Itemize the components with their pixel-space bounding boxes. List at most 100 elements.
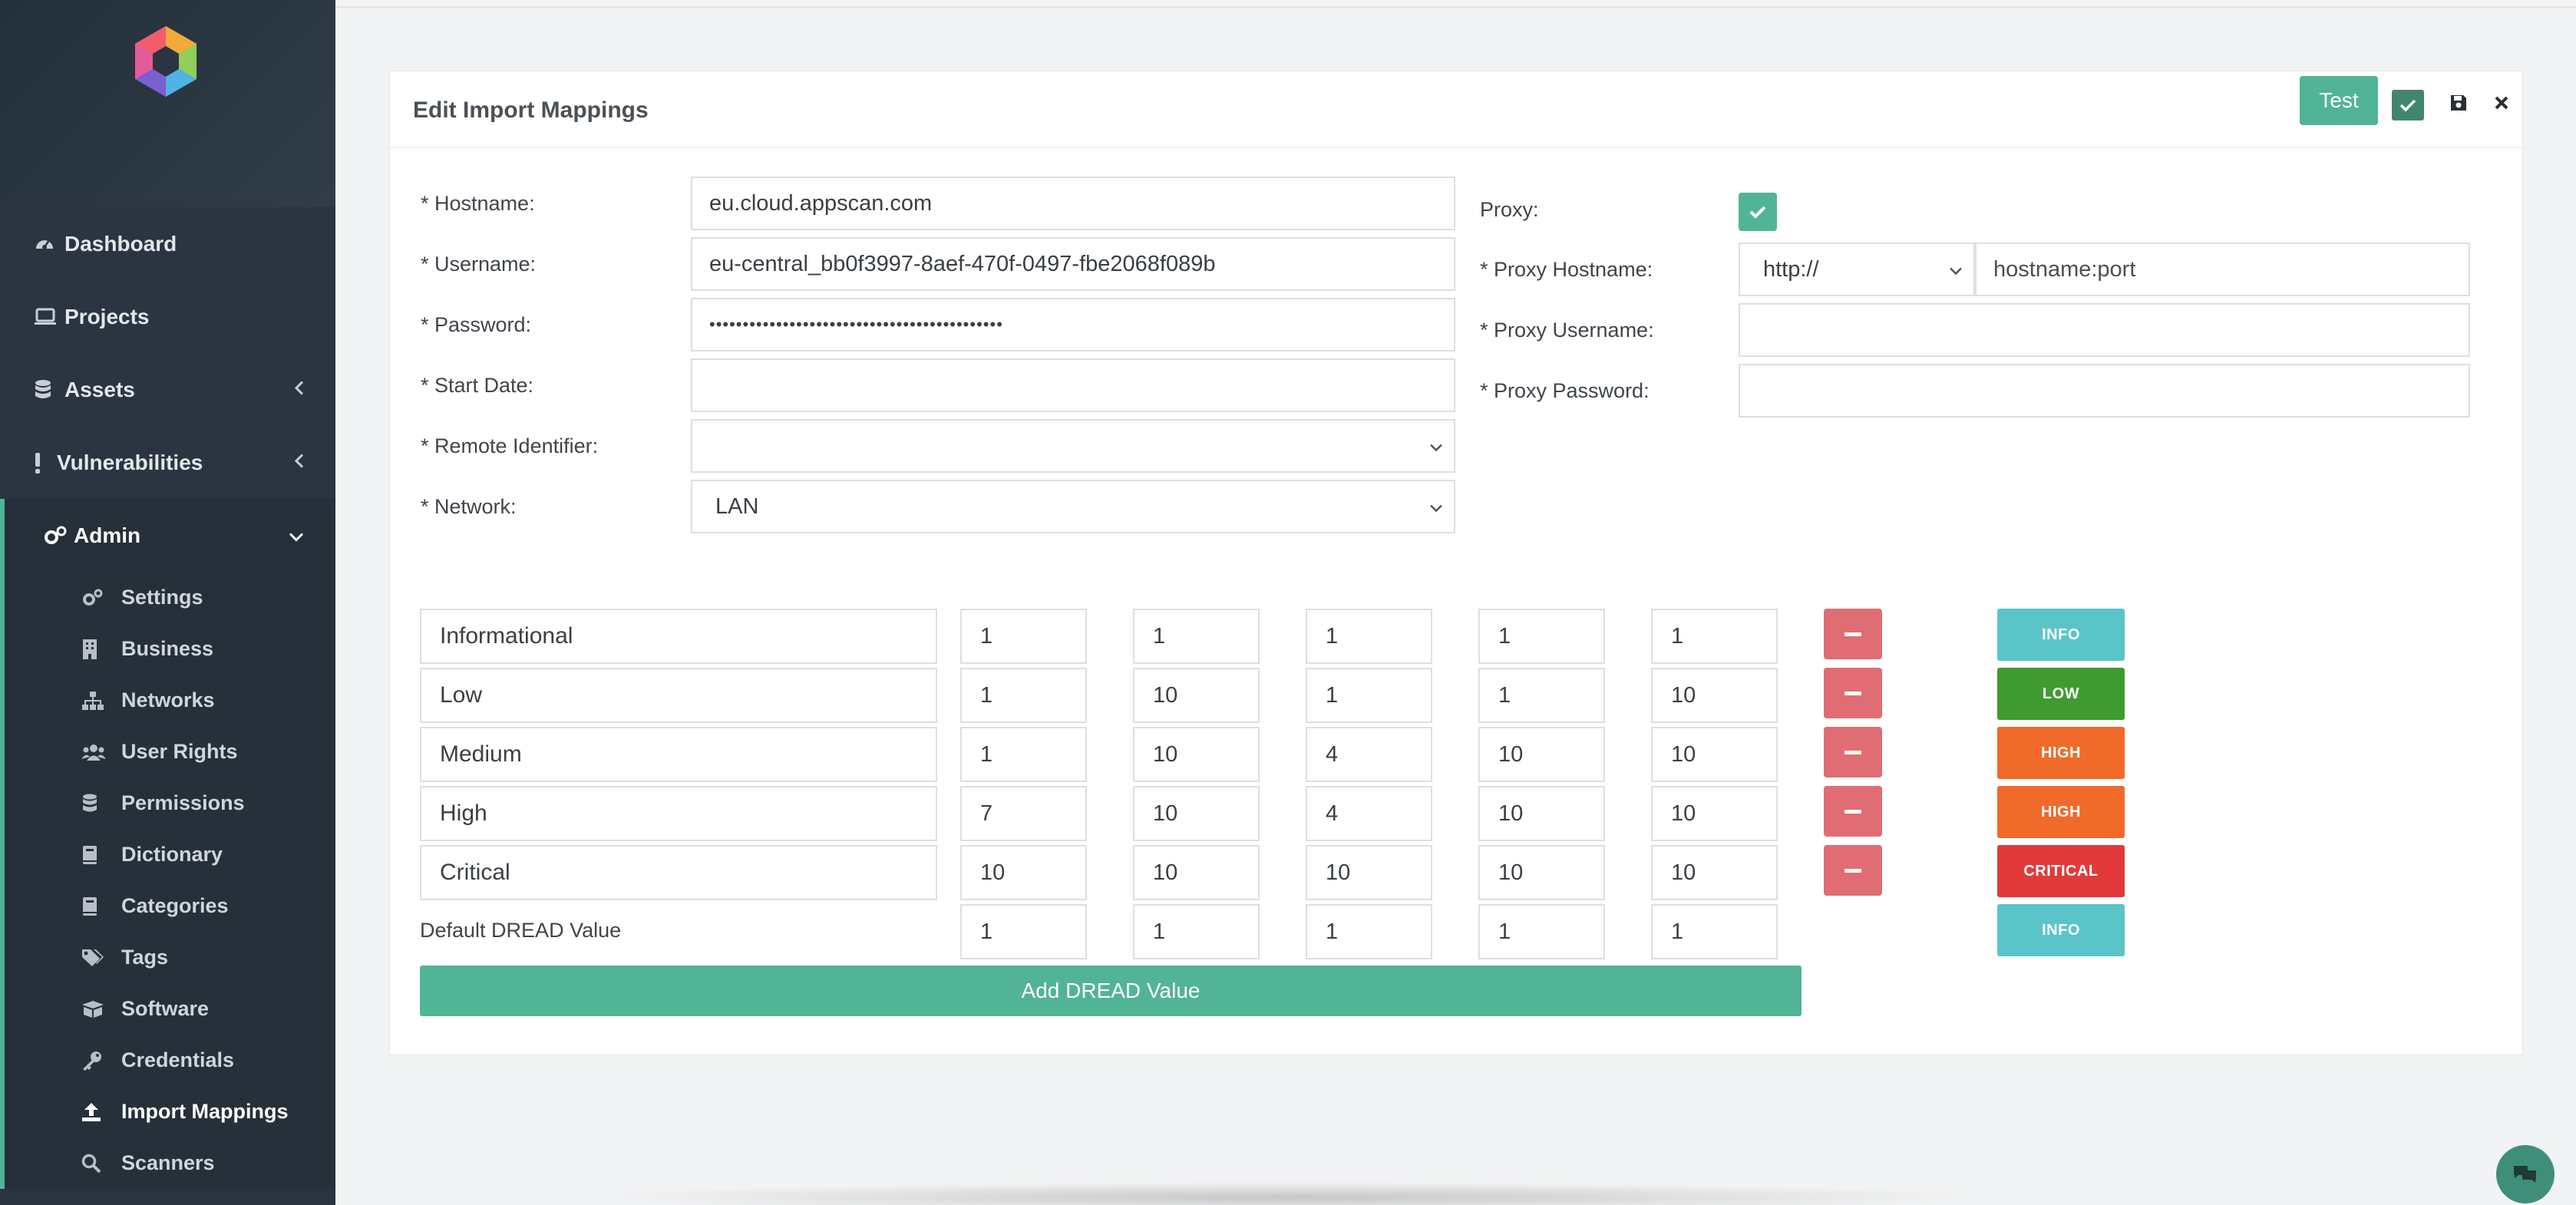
sidebar-item-permissions[interactable]: Permissions xyxy=(5,777,335,829)
dread-value[interactable]: 10 xyxy=(1306,845,1432,900)
upload-icon xyxy=(81,1102,121,1122)
dread-value[interactable]: 10 xyxy=(1133,668,1260,723)
save-button[interactable] xyxy=(2447,91,2470,114)
proxy-username-label: * Proxy Username: xyxy=(1480,319,1654,342)
remove-row-button[interactable] xyxy=(1824,845,1882,896)
dread-value[interactable]: 1 xyxy=(1306,609,1432,664)
network-select[interactable]: LAN xyxy=(691,480,1455,533)
hostname-field[interactable]: eu.cloud.appscan.com xyxy=(691,177,1455,230)
sidebar-item-scanners[interactable]: Scanners xyxy=(5,1137,335,1189)
dread-value[interactable]: 10 xyxy=(1478,845,1605,900)
proxy-password-field[interactable] xyxy=(1739,364,2470,418)
default-dread-value[interactable]: 1 xyxy=(960,904,1087,959)
dread-row-name-low[interactable]: Low xyxy=(420,668,937,723)
proxy-scheme-select[interactable]: http:// xyxy=(1739,243,1975,296)
severity-badge: HIGH xyxy=(1997,786,2125,838)
dread-value[interactable]: 10 xyxy=(1478,727,1605,782)
remote-identifier-label: * Remote Identifier: xyxy=(421,434,599,457)
sidebar-item-tags[interactable]: Tags xyxy=(5,932,335,983)
dread-value[interactable]: 1 xyxy=(960,668,1087,723)
severity-badge: LOW xyxy=(1997,668,2125,720)
dread-value[interactable]: 10 xyxy=(960,845,1087,900)
dread-value[interactable]: 10 xyxy=(1133,786,1260,841)
sidebar-item-label: Credentials xyxy=(121,1048,235,1071)
sidebar-item-label: Software xyxy=(121,997,210,1020)
laptop-icon xyxy=(34,307,64,327)
sidebar-item-credentials[interactable]: Credentials xyxy=(5,1035,335,1086)
exclamation-icon xyxy=(34,452,57,474)
dread-value[interactable]: 7 xyxy=(960,786,1087,841)
dread-value[interactable]: 1 xyxy=(1478,668,1605,723)
nav-dashboard[interactable]: Dashboard xyxy=(0,207,335,280)
default-dread-value[interactable]: 1 xyxy=(1133,904,1260,959)
test-button[interactable]: Test xyxy=(2300,76,2378,125)
sidebar-item-settings[interactable]: Settings xyxy=(5,572,335,623)
proxy-checkbox[interactable] xyxy=(1739,193,1777,231)
dread-row-name-high[interactable]: High xyxy=(420,786,937,841)
minus-icon xyxy=(1844,868,1861,873)
proxy-username-field[interactable] xyxy=(1739,303,2470,357)
nav-vulnerabilities[interactable]: Vulnerabilities xyxy=(0,426,335,499)
dread-value[interactable]: 10 xyxy=(1651,668,1778,723)
sidebar-item-label: Scanners xyxy=(121,1151,215,1174)
sidebar-item-import-mappings[interactable]: Import Mappings xyxy=(5,1086,335,1137)
confirm-button[interactable] xyxy=(2392,90,2424,121)
chevron-down-icon xyxy=(288,523,305,547)
chevron-down-icon xyxy=(1429,494,1443,520)
dread-row-name-critical[interactable]: Critical xyxy=(420,845,937,900)
dread-value[interactable]: 1 xyxy=(1478,609,1605,664)
password-field[interactable]: ••••••••••••••••••••••••••••••••••••••••… xyxy=(691,298,1455,352)
close-button[interactable] xyxy=(2490,91,2513,114)
dread-value[interactable]: 10 xyxy=(1651,727,1778,782)
close-icon xyxy=(2495,96,2508,110)
nav-admin[interactable]: Admin xyxy=(0,499,335,572)
remote-identifier-select[interactable] xyxy=(691,419,1455,473)
username-field[interactable]: eu-central_bb0f3997-8aef-470f-0497-fbe20… xyxy=(691,237,1455,291)
proxy-hostname-field[interactable]: hostname:port xyxy=(1975,243,2470,296)
minus-icon xyxy=(1844,691,1861,695)
dread-row-name-informational[interactable]: Informational xyxy=(420,609,937,664)
add-dread-value-button[interactable]: Add DREAD Value xyxy=(420,966,1802,1016)
app-logo[interactable] xyxy=(127,23,204,100)
default-dread-value[interactable]: 1 xyxy=(1651,904,1778,959)
proxy-password-label: * Proxy Password: xyxy=(1480,379,1650,402)
remove-row-button[interactable] xyxy=(1824,668,1882,718)
chat-icon xyxy=(2514,1166,2536,1183)
edit-import-mappings-panel: Edit Import Mappings Test * Hostname: eu… xyxy=(389,71,2523,1055)
remove-row-button[interactable] xyxy=(1824,609,1882,659)
sidebar-item-software[interactable]: Software xyxy=(5,983,335,1035)
remove-row-button[interactable] xyxy=(1824,727,1882,777)
dread-value[interactable]: 1 xyxy=(960,609,1087,664)
dread-value[interactable]: 1 xyxy=(960,727,1087,782)
dread-value[interactable]: 10 xyxy=(1478,786,1605,841)
dread-value[interactable]: 10 xyxy=(1133,727,1260,782)
default-dread-value[interactable]: 1 xyxy=(1306,904,1432,959)
sidebar-item-networks[interactable]: Networks xyxy=(5,675,335,726)
chat-button[interactable] xyxy=(2496,1145,2555,1203)
check-icon xyxy=(1749,206,1766,219)
chevron-down-icon xyxy=(1429,434,1443,459)
dread-value[interactable]: 10 xyxy=(1651,845,1778,900)
admin-subnav: Settings Business Networks User Rights P… xyxy=(0,572,335,1189)
dread-value[interactable]: 10 xyxy=(1651,786,1778,841)
sidebar-item-categories[interactable]: Categories xyxy=(5,880,335,932)
nav-assets[interactable]: Assets xyxy=(0,353,335,426)
sidebar-item-business[interactable]: Business xyxy=(5,623,335,675)
dread-value[interactable]: 1 xyxy=(1651,609,1778,664)
nav-label: Admin xyxy=(74,523,141,547)
sitemap-icon xyxy=(81,691,121,711)
nav-projects[interactable]: Projects xyxy=(0,280,335,353)
sidebar-item-dictionary[interactable]: Dictionary xyxy=(5,829,335,880)
dread-value[interactable]: 4 xyxy=(1306,727,1432,782)
default-dread-value[interactable]: 1 xyxy=(1478,904,1605,959)
start-date-field[interactable] xyxy=(691,358,1455,412)
default-severity-badge: INFO xyxy=(1997,904,2125,956)
sidebar-item-user-rights[interactable]: User Rights xyxy=(5,726,335,777)
dread-value[interactable]: 1 xyxy=(1133,609,1260,664)
search-icon xyxy=(81,1154,121,1174)
dread-value[interactable]: 1 xyxy=(1306,668,1432,723)
dread-row-name-medium[interactable]: Medium xyxy=(420,727,937,782)
dread-value[interactable]: 4 xyxy=(1306,786,1432,841)
dread-value[interactable]: 10 xyxy=(1133,845,1260,900)
remove-row-button[interactable] xyxy=(1824,786,1882,837)
